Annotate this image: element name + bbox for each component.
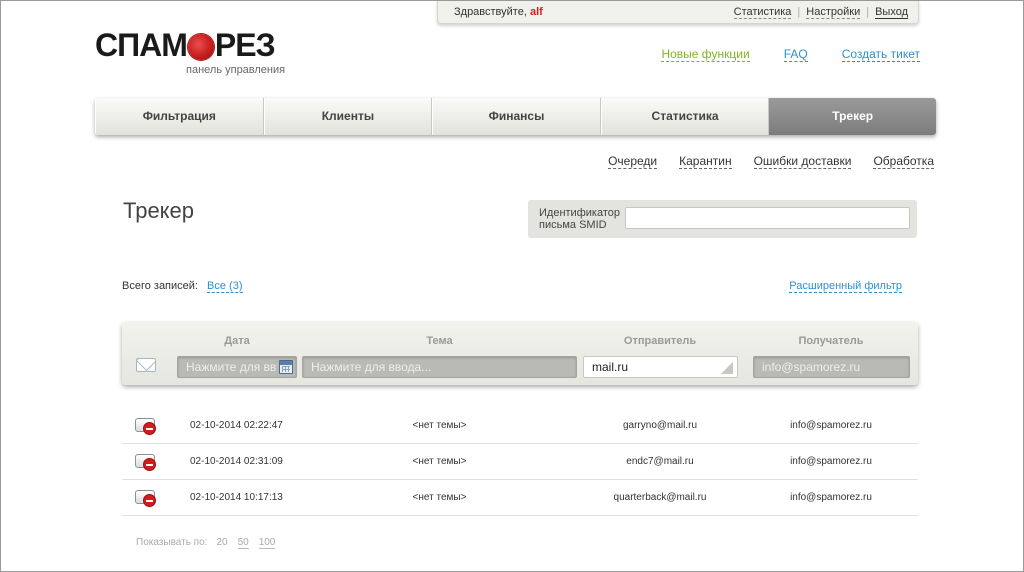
logo-wordmark: СПАМ РЕЗ	[95, 27, 276, 64]
filter-bar: Дата Тема Отправитель Получатель Нажмите…	[122, 322, 918, 385]
logo[interactable]: СПАМ РЕЗ панель управления	[95, 27, 291, 77]
row-sender: quarterback@mail.ru	[613, 492, 707, 503]
sender-filter-input[interactable]: mail.ru	[583, 356, 738, 378]
page-size-selector: Показывать по: 20 50 100	[136, 537, 276, 549]
header-date: Дата	[224, 335, 250, 347]
new-features-link[interactable]: Новые функции	[661, 47, 750, 62]
tab-tracker[interactable]: Трекер	[769, 98, 936, 135]
blocked-icon	[143, 422, 156, 435]
row-sender: garryno@mail.ru	[622, 420, 698, 431]
envelope-icon[interactable]	[136, 358, 156, 372]
date-placeholder: Нажмите для вв	[186, 360, 277, 374]
total-label: Всего записей:	[122, 280, 198, 292]
smid-input[interactable]	[625, 207, 910, 229]
greeting-text: Здравствуйте,	[454, 6, 527, 18]
tab-filtering[interactable]: Фильтрация	[95, 98, 264, 135]
page-size-20[interactable]: 20	[216, 537, 227, 549]
advanced-filter: Расширенный фильтр	[789, 280, 902, 293]
logo-subtitle: панель управления	[186, 64, 286, 76]
records-total: Всего записей: Все (3)	[122, 280, 243, 293]
smid-search-box: Идентификатор письма SMID	[528, 200, 917, 238]
advanced-filter-link[interactable]: Расширенный фильтр	[789, 280, 902, 293]
sender-value: mail.ru	[592, 360, 629, 374]
faq-link[interactable]: FAQ	[783, 47, 808, 62]
all-records-link[interactable]: Все (3)	[207, 280, 243, 293]
greeting: Здравствуйте, alf	[454, 6, 543, 18]
row-date: 02-10-2014 02:31:09	[190, 456, 283, 467]
table-row[interactable]: 02-10-2014 02:31:09 <нет темы> endc7@mai…	[122, 444, 918, 480]
table-row[interactable]: 02-10-2014 10:17:13 <нет темы> quarterba…	[122, 480, 918, 516]
row-date: 02-10-2014 02:22:47	[190, 420, 283, 431]
top-links: Новые функции FAQ Создать тикет	[661, 47, 920, 62]
subnav-delivery-errors[interactable]: Ошибки доставки	[753, 154, 852, 169]
tab-finance[interactable]: Финансы	[432, 98, 601, 135]
smid-label-line2: письма SMID	[539, 219, 607, 231]
tracker-table: 02-10-2014 02:22:47 <нет темы> garryno@m…	[122, 408, 918, 516]
subnav-quarantine[interactable]: Карантин	[679, 154, 732, 169]
main-nav: Фильтрация Клиенты Финансы Статистика Тр…	[95, 98, 936, 135]
logo-text-right: РЕЗ	[214, 27, 276, 63]
settings-link[interactable]: Настройки	[806, 6, 861, 19]
page-size-100[interactable]: 100	[258, 537, 276, 549]
tab-clients[interactable]: Клиенты	[263, 98, 433, 135]
header-sender: Отправитель	[623, 335, 697, 347]
row-date: 02-10-2014 10:17:13	[190, 492, 283, 503]
table-row[interactable]: 02-10-2014 02:22:47 <нет темы> garryno@m…	[122, 408, 918, 444]
sub-nav: Очереди Карантин Ошибки доставки Обработ…	[586, 154, 934, 169]
row-sender: endc7@mail.ru	[626, 456, 694, 467]
row-recipient: info@spamorez.ru	[790, 420, 872, 431]
separator: |	[866, 6, 870, 18]
row-recipient: info@spamorez.ru	[790, 492, 872, 503]
row-subject: <нет темы>	[412, 492, 467, 503]
header-subject: Тема	[426, 335, 453, 347]
calendar-icon[interactable]	[279, 360, 293, 374]
resize-handle-icon	[721, 362, 733, 374]
header-recipient: Получатель	[798, 335, 864, 347]
separator: |	[797, 6, 801, 18]
page-size-label: Показывать по:	[136, 537, 208, 548]
user-links: Статистика | Настройки | Выход	[733, 6, 908, 19]
row-subject: <нет темы>	[412, 456, 467, 467]
logout-link[interactable]: Выход	[875, 6, 908, 19]
row-subject: <нет темы>	[412, 420, 467, 431]
recipient-filter-input[interactable]: info@spamorez.ru	[753, 356, 910, 378]
date-filter-input[interactable]: Нажмите для вв	[177, 356, 297, 378]
smid-label: Идентификатор письма SMID	[539, 207, 620, 231]
page-title: Трекер	[123, 198, 195, 223]
row-recipient: info@spamorez.ru	[790, 456, 872, 467]
user-bar: Здравствуйте, alf Статистика | Настройки…	[437, 1, 919, 24]
smid-label-line1: Идентификатор	[539, 207, 620, 219]
create-ticket-link[interactable]: Создать тикет	[841, 47, 920, 62]
logo-ball-icon	[187, 33, 214, 60]
subnav-processing[interactable]: Обработка	[873, 154, 934, 169]
blocked-icon	[143, 494, 156, 507]
logo-text-left: СПАМ	[95, 27, 188, 63]
subject-filter-input[interactable]: Нажмите для ввода...	[302, 356, 577, 378]
username: alf	[529, 6, 543, 18]
subnav-queues[interactable]: Очереди	[608, 154, 658, 169]
blocked-icon	[143, 458, 156, 471]
tab-statistics[interactable]: Статистика	[600, 98, 770, 135]
page-size-50[interactable]: 50	[237, 537, 249, 549]
stats-link[interactable]: Статистика	[733, 6, 792, 19]
